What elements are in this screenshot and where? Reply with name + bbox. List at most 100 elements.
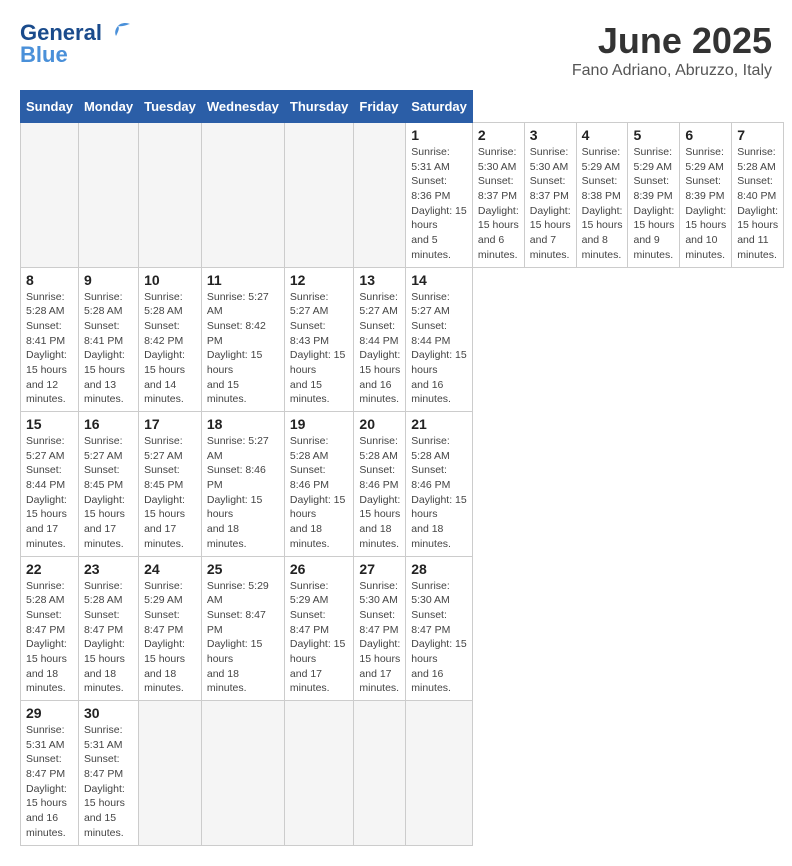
calendar-table: SundayMondayTuesdayWednesdayThursdayFrid… [20, 90, 784, 846]
day-number: 30 [84, 705, 133, 721]
day-number: 13 [359, 272, 400, 288]
calendar-cell: 11Sunrise: 5:27 AMSunset: 8:42 PMDayligh… [201, 267, 284, 412]
day-number: 14 [411, 272, 467, 288]
page-header: General Blue June 2025 Fano Adriano, Abr… [20, 20, 772, 80]
calendar-cell: 2 Sunrise: 5:30 AMSunset: 8:37 PMDaylight… [472, 123, 524, 268]
day-number: 1 [411, 127, 467, 143]
logo-bird-icon [104, 22, 132, 44]
calendar-cell: 23 Sunrise: 5:28 AMSunset: 8:47 PMDayligh… [78, 556, 138, 701]
calendar-cell [21, 123, 79, 268]
day-number: 8 [26, 272, 73, 288]
calendar-cell: 13Sunrise: 5:27 AMSunset: 8:44 PMDayligh… [354, 267, 406, 412]
calendar-cell [201, 701, 284, 846]
day-number: 16 [84, 416, 133, 432]
day-info: Sunrise: 5:27 AMSunset: 8:44 PMDaylight:… [411, 290, 467, 408]
calendar-cell: 18Sunrise: 5:27 AMSunset: 8:46 PMDayligh… [201, 412, 284, 557]
calendar-cell: 6 Sunrise: 5:29 AMSunset: 8:39 PMDaylight… [680, 123, 732, 268]
day-number: 27 [359, 561, 400, 577]
calendar-title: June 2025 [572, 20, 772, 62]
day-info: Sunrise: 5:29 AMSunset: 8:47 PMDaylight:… [207, 579, 279, 697]
calendar-cell: 24Sunrise: 5:29 AMSunset: 8:47 PMDayligh… [139, 556, 202, 701]
calendar-subtitle: Fano Adriano, Abruzzo, Italy [572, 62, 772, 80]
day-info: Sunrise: 5:27 AMSunset: 8:44 PMDaylight:… [26, 434, 73, 552]
calendar-cell: 29 Sunrise: 5:31 AMSunset: 8:47 PMDayligh… [21, 701, 79, 846]
day-number: 10 [144, 272, 196, 288]
calendar-cell: 27 Sunrise: 5:30 AMSunset: 8:47 PMDayligh… [354, 556, 406, 701]
day-number: 11 [207, 272, 279, 288]
calendar-cell: 5Sunrise: 5:29 AMSunset: 8:39 PMDaylight… [628, 123, 680, 268]
day-number: 9 [84, 272, 133, 288]
day-number: 22 [26, 561, 73, 577]
day-number: 7 [737, 127, 778, 143]
day-info: Sunrise: 5:31 AMSunset: 8:47 PMDaylight:… [84, 723, 133, 841]
day-number: 20 [359, 416, 400, 432]
calendar-cell [406, 701, 473, 846]
day-info: Sunrise: 5:31 AMSunset: 8:47 PMDaylight:… [26, 723, 73, 841]
weekday-header-friday: Friday [354, 91, 406, 123]
weekday-header-wednesday: Wednesday [201, 91, 284, 123]
day-info: Sunrise: 5:28 AMSunset: 8:47 PMDaylight:… [84, 579, 133, 697]
day-number: 19 [290, 416, 349, 432]
calendar-cell [284, 123, 354, 268]
day-info: Sunrise: 5:27 AMSunset: 8:45 PMDaylight:… [144, 434, 196, 552]
calendar-cell: 16 Sunrise: 5:27 AMSunset: 8:45 PMDayligh… [78, 412, 138, 557]
calendar-cell: 20Sunrise: 5:28 AMSunset: 8:46 PMDayligh… [354, 412, 406, 557]
calendar-week-row-5: 29 Sunrise: 5:31 AMSunset: 8:47 PMDayligh… [21, 701, 784, 846]
day-info: Sunrise: 5:28 AMSunset: 8:46 PMDaylight:… [290, 434, 349, 552]
calendar-cell: 9 Sunrise: 5:28 AMSunset: 8:41 PMDaylight… [78, 267, 138, 412]
day-info: Sunrise: 5:27 AMSunset: 8:45 PMDaylight:… [84, 434, 133, 552]
logo-blue: Blue [20, 42, 68, 68]
day-number: 3 [530, 127, 571, 143]
day-number: 4 [582, 127, 623, 143]
weekday-header-saturday: Saturday [406, 91, 473, 123]
calendar-week-row-1: 1 Sunrise: 5:31 AMSunset: 8:36 PMDaylight… [21, 123, 784, 268]
day-number: 2 [478, 127, 519, 143]
calendar-cell [284, 701, 354, 846]
day-number: 21 [411, 416, 467, 432]
day-info: Sunrise: 5:27 AMSunset: 8:43 PMDaylight:… [290, 290, 349, 408]
calendar-cell: 30 Sunrise: 5:31 AMSunset: 8:47 PMDayligh… [78, 701, 138, 846]
calendar-cell [354, 123, 406, 268]
day-info: Sunrise: 5:30 AMSunset: 8:47 PMDaylight:… [411, 579, 467, 697]
calendar-cell: 1 Sunrise: 5:31 AMSunset: 8:36 PMDaylight… [406, 123, 473, 268]
title-area: June 2025 Fano Adriano, Abruzzo, Italy [572, 20, 772, 80]
day-number: 29 [26, 705, 73, 721]
day-info: Sunrise: 5:28 AMSunset: 8:41 PMDaylight:… [26, 290, 73, 408]
day-info: Sunrise: 5:30 AMSunset: 8:47 PMDaylight:… [359, 579, 400, 697]
day-number: 25 [207, 561, 279, 577]
day-info: Sunrise: 5:28 AMSunset: 8:46 PMDaylight:… [411, 434, 467, 552]
day-info: Sunrise: 5:29 AMSunset: 8:39 PMDaylight:… [685, 145, 726, 263]
day-info: Sunrise: 5:30 AMSunset: 8:37 PMDaylight:… [530, 145, 571, 263]
day-number: 6 [685, 127, 726, 143]
calendar-cell: 14 Sunrise: 5:27 AMSunset: 8:44 PMDayligh… [406, 267, 473, 412]
weekday-header-sunday: Sunday [21, 91, 79, 123]
day-info: Sunrise: 5:29 AMSunset: 8:47 PMDaylight:… [290, 579, 349, 697]
day-info: Sunrise: 5:28 AMSunset: 8:47 PMDaylight:… [26, 579, 73, 697]
calendar-cell: 21 Sunrise: 5:28 AMSunset: 8:46 PMDayligh… [406, 412, 473, 557]
day-number: 18 [207, 416, 279, 432]
day-info: Sunrise: 5:30 AMSunset: 8:37 PMDaylight:… [478, 145, 519, 263]
calendar-cell: 12Sunrise: 5:27 AMSunset: 8:43 PMDayligh… [284, 267, 354, 412]
calendar-cell: 17Sunrise: 5:27 AMSunset: 8:45 PMDayligh… [139, 412, 202, 557]
calendar-cell: 26Sunrise: 5:29 AMSunset: 8:47 PMDayligh… [284, 556, 354, 701]
weekday-header-row: SundayMondayTuesdayWednesdayThursdayFrid… [21, 91, 784, 123]
day-info: Sunrise: 5:31 AMSunset: 8:36 PMDaylight:… [411, 145, 467, 263]
calendar-cell: 10Sunrise: 5:28 AMSunset: 8:42 PMDayligh… [139, 267, 202, 412]
weekday-header-thursday: Thursday [284, 91, 354, 123]
calendar-week-row-4: 22 Sunrise: 5:28 AMSunset: 8:47 PMDayligh… [21, 556, 784, 701]
day-info: Sunrise: 5:29 AMSunset: 8:47 PMDaylight:… [144, 579, 196, 697]
day-number: 23 [84, 561, 133, 577]
calendar-week-row-2: 8 Sunrise: 5:28 AMSunset: 8:41 PMDaylight… [21, 267, 784, 412]
calendar-cell: 7 Sunrise: 5:28 AMSunset: 8:40 PMDaylight… [732, 123, 784, 268]
calendar-cell: 25 Sunrise: 5:29 AMSunset: 8:47 PMDayligh… [201, 556, 284, 701]
calendar-week-row-3: 15Sunrise: 5:27 AMSunset: 8:44 PMDayligh… [21, 412, 784, 557]
day-number: 28 [411, 561, 467, 577]
calendar-cell: 28 Sunrise: 5:30 AMSunset: 8:47 PMDayligh… [406, 556, 473, 701]
calendar-cell [139, 123, 202, 268]
calendar-cell: 19 Sunrise: 5:28 AMSunset: 8:46 PMDayligh… [284, 412, 354, 557]
calendar-cell: 22 Sunrise: 5:28 AMSunset: 8:47 PMDayligh… [21, 556, 79, 701]
day-info: Sunrise: 5:28 AMSunset: 8:41 PMDaylight:… [84, 290, 133, 408]
day-info: Sunrise: 5:28 AMSunset: 8:40 PMDaylight:… [737, 145, 778, 263]
weekday-header-tuesday: Tuesday [139, 91, 202, 123]
calendar-cell [201, 123, 284, 268]
